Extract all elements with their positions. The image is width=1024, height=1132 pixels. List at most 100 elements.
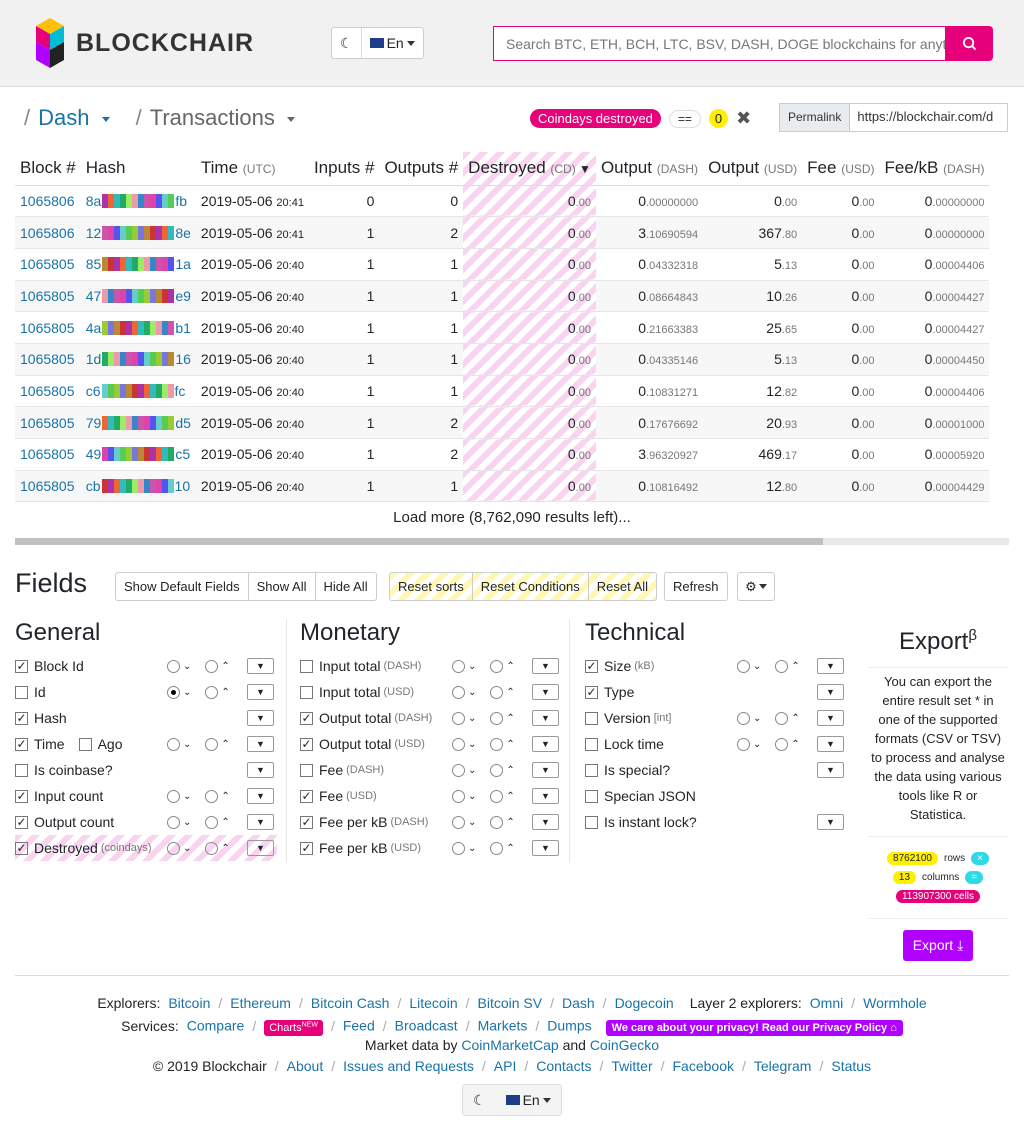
sort-desc-radio[interactable]	[452, 711, 465, 725]
table-row[interactable]: 1065805 47 e9 2019-05-06 20:40 1 1 0.00 0.08664…	[15, 280, 990, 313]
footer-link[interactable]: Status	[831, 1058, 871, 1074]
condition-operator[interactable]: ==	[668, 109, 701, 128]
footer-link[interactable]: Contacts	[536, 1058, 591, 1074]
horizontal-scrollbar[interactable]	[15, 538, 1009, 545]
explorer-link[interactable]: Bitcoin SV	[478, 995, 543, 1011]
chain-select[interactable]: Dash	[38, 105, 110, 131]
coinmarketcap-link[interactable]: CoinMarketCap	[461, 1037, 558, 1053]
field-checkbox[interactable]	[15, 685, 28, 699]
table-row[interactable]: 1065805 79 d5 2019-05-06 20:40 1 2 0.00 0.17676…	[15, 406, 990, 439]
footer-link[interactable]: Telegram	[754, 1058, 812, 1074]
sort-desc-radio[interactable]	[452, 737, 465, 751]
sort-asc-radio[interactable]	[205, 685, 219, 699]
sort-desc-radio[interactable]	[737, 711, 750, 725]
table-row[interactable]: 1065806 12 8e 2019-05-06 20:41 1 2 0.00 3.10690…	[15, 216, 990, 249]
service-link[interactable]: Dumps	[547, 1018, 591, 1034]
field-checkbox[interactable]: ✓	[585, 659, 598, 673]
filter-button[interactable]: ▼	[247, 840, 274, 856]
coingecko-link[interactable]: CoinGecko	[590, 1037, 659, 1053]
privacy-policy-link[interactable]: We care about your privacy! Read our Pri…	[605, 1019, 903, 1036]
filter-button[interactable]: ▼	[532, 762, 559, 778]
show-all-button[interactable]: Show All	[247, 573, 315, 600]
sort-desc-radio[interactable]	[452, 789, 465, 803]
field-checkbox[interactable]: ✓	[15, 815, 28, 829]
refresh-button[interactable]: Refresh	[665, 573, 727, 600]
field-checkbox[interactable]: ✓	[585, 685, 598, 699]
layer2-link[interactable]: Omni	[810, 995, 843, 1011]
explorer-link[interactable]: Dogecoin	[615, 995, 674, 1011]
sort-desc-radio[interactable]	[167, 841, 180, 855]
filter-button[interactable]: ▼	[247, 710, 274, 726]
table-row[interactable]: 1065805 c6 fc 2019-05-06 20:40 1 1 0.00 0.10831…	[15, 375, 990, 408]
reset-conditions-button[interactable]: Reset Conditions	[471, 573, 588, 600]
sort-asc-radio[interactable]	[775, 711, 789, 725]
sort-desc-radio[interactable]	[452, 685, 465, 699]
sort-desc-radio[interactable]	[452, 763, 465, 777]
footer-link[interactable]: Twitter	[611, 1058, 652, 1074]
load-more-button[interactable]: Load more (8,762,090 results left)...	[0, 509, 1024, 526]
filter-button[interactable]: ▼	[247, 814, 274, 830]
sort-asc-radio[interactable]	[490, 685, 504, 699]
column-header[interactable]: Block #	[15, 152, 81, 186]
filter-button[interactable]: ▼	[247, 684, 274, 700]
service-link[interactable]: Feed	[343, 1018, 375, 1034]
filter-button[interactable]: ▼	[532, 658, 559, 674]
explorer-link[interactable]: Litecoin	[409, 995, 457, 1011]
field-checkbox[interactable]: ✓	[15, 711, 28, 725]
sort-asc-radio[interactable]	[490, 737, 504, 751]
sort-desc-radio[interactable]	[167, 789, 180, 803]
filter-button[interactable]: ▼	[817, 710, 844, 726]
layer2-link[interactable]: Wormhole	[863, 995, 927, 1011]
transaction-hash-link[interactable]: 85 1a	[86, 256, 191, 272]
sort-desc-radio[interactable]	[452, 659, 465, 673]
column-header[interactable]: Fee (USD)	[802, 152, 880, 186]
column-header[interactable]: Time (UTC)	[195, 152, 309, 186]
column-header[interactable]: Hash	[80, 152, 196, 186]
explorer-link[interactable]: Ethereum	[230, 995, 291, 1011]
transaction-hash-link[interactable]: 79 d5	[86, 415, 191, 431]
field-checkbox[interactable]: ✓	[300, 711, 313, 725]
filter-button[interactable]: ▼	[817, 814, 844, 830]
search-input[interactable]: Search BTC, ETH, BCH, LTC, BSV, DASH, DO…	[493, 26, 945, 61]
table-row[interactable]: 1065805 49 c5 2019-05-06 20:40 1 2 0.00 3.96320…	[15, 438, 990, 471]
sort-asc-radio[interactable]	[490, 763, 504, 777]
transaction-hash-link[interactable]: cb 10	[86, 478, 191, 494]
transaction-hash-link[interactable]: 8a fb	[86, 193, 191, 209]
sort-asc-radio[interactable]	[205, 659, 219, 673]
filter-icon[interactable]: ▼	[576, 162, 591, 176]
filter-button[interactable]: ▼	[817, 658, 844, 674]
ago-checkbox[interactable]	[78, 737, 92, 751]
field-checkbox[interactable]	[585, 815, 598, 829]
field-checkbox[interactable]: ✓	[300, 815, 313, 829]
search-button[interactable]	[945, 26, 993, 61]
sort-asc-radio[interactable]	[490, 659, 504, 673]
column-header[interactable]: Outputs #	[379, 152, 464, 186]
table-row[interactable]: 1065805 4a b1 2019-05-06 20:40 1 1 0.00 0.21663…	[15, 311, 990, 344]
filter-button[interactable]: ▼	[247, 658, 274, 674]
block-link[interactable]: 1065805	[20, 415, 75, 431]
transaction-hash-link[interactable]: 4a b1	[86, 320, 191, 336]
permalink-field[interactable]: https://blockchair.com/d	[850, 103, 1009, 132]
explorer-link[interactable]: Dash	[562, 995, 595, 1011]
filter-button[interactable]: ▼	[532, 684, 559, 700]
language-select[interactable]: En	[360, 28, 423, 58]
filter-button[interactable]: ▼	[532, 788, 559, 804]
field-checkbox[interactable]	[585, 763, 598, 777]
table-row[interactable]: 1065805 85 1a 2019-05-06 20:40 1 1 0.00 0.04332…	[15, 248, 990, 281]
filter-button[interactable]: ▼	[247, 762, 274, 778]
sort-desc-radio[interactable]	[737, 737, 750, 751]
block-link[interactable]: 1065805	[20, 351, 75, 367]
column-header[interactable]: Inputs #	[308, 152, 380, 186]
field-checkbox[interactable]	[300, 763, 313, 777]
sort-asc-radio[interactable]	[205, 815, 219, 829]
field-checkbox[interactable]	[585, 789, 598, 803]
transaction-hash-link[interactable]: 47 e9	[86, 288, 191, 304]
table-row[interactable]: 1065806 8a fb 2019-05-06 20:41 0 0 0.00 0.00000…	[15, 185, 990, 218]
field-checkbox[interactable]: ✓	[15, 659, 28, 673]
column-header[interactable]: Output (USD)	[703, 152, 803, 186]
scrollbar-thumb[interactable]	[15, 538, 823, 545]
block-link[interactable]: 1065805	[20, 320, 75, 336]
dark-mode-toggle[interactable]: ☾	[332, 28, 361, 58]
filter-button[interactable]: ▼	[817, 684, 844, 700]
filter-button[interactable]: ▼	[247, 788, 274, 804]
